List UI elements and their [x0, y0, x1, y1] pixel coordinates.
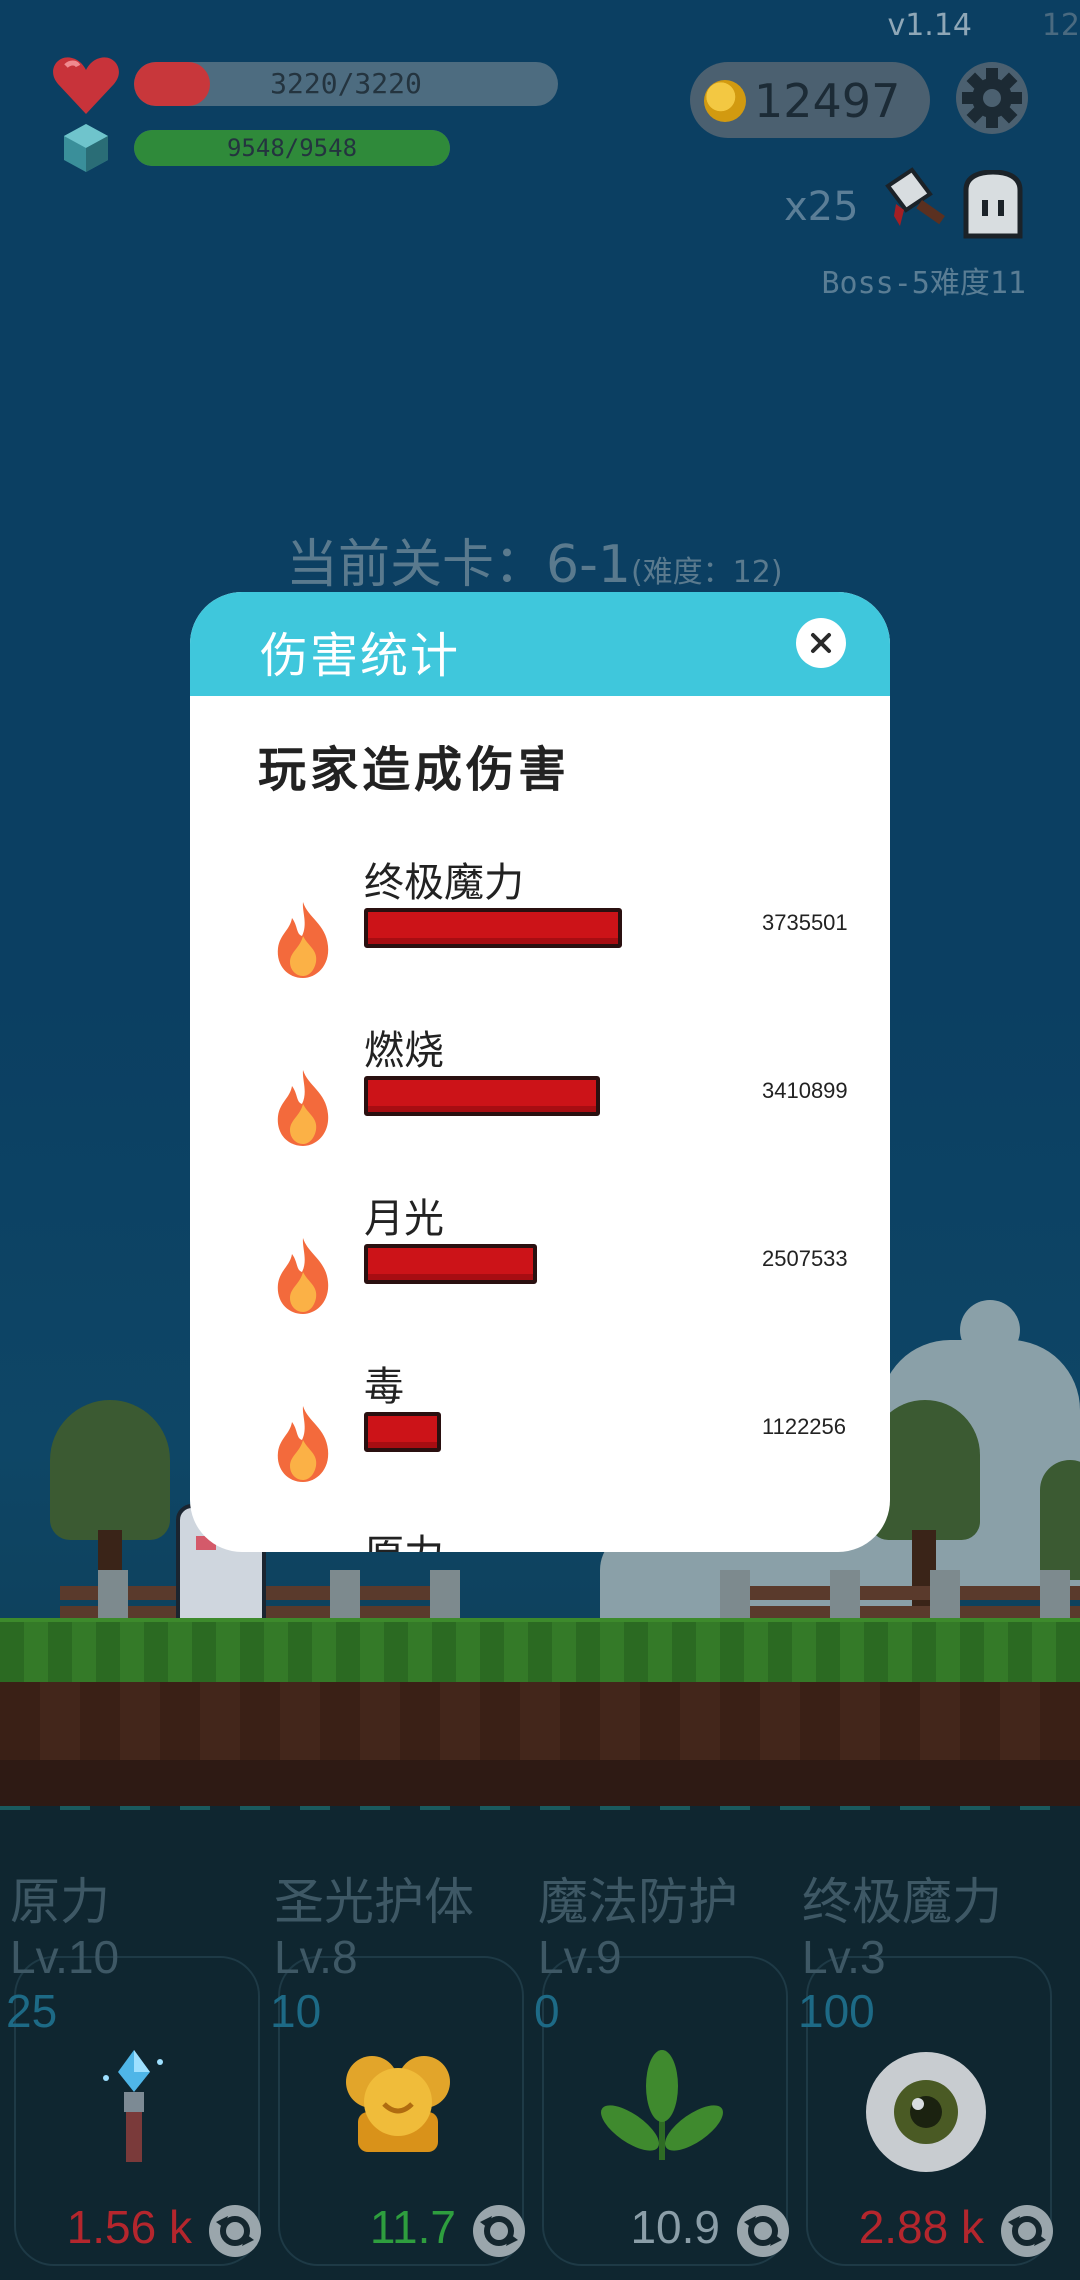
damage-bar: [364, 1412, 441, 1452]
settings-button[interactable]: [956, 62, 1028, 134]
skill-cost: 0: [534, 1985, 560, 2037]
damage-bar: [364, 1244, 537, 1284]
skill-name: 终极魔力: [802, 1873, 1002, 1931]
skill-slot[interactable]: 圣光护体 Lv.8 10 11.7: [266, 1810, 530, 2280]
section-title: 玩家造成伤害: [258, 742, 571, 798]
flame-icon: [268, 1068, 338, 1148]
dialog-title: 伤害统计: [260, 628, 461, 684]
skill-name: 原力: [10, 1873, 110, 1931]
skill-cost: 10: [270, 1985, 322, 2037]
damage-source-name: 燃烧: [364, 1028, 444, 1074]
refresh-icon[interactable]: [206, 2202, 264, 2260]
damage-source-name: 月光: [364, 1196, 444, 1242]
skill-level: Lv.10: [10, 1931, 120, 1983]
damage-bar: [364, 908, 622, 948]
skill-name: 圣光护体: [274, 1873, 474, 1931]
skill-value: 10.9: [630, 2201, 720, 2253]
flame-icon: [268, 1404, 338, 1484]
coin-counter: 12497: [690, 62, 930, 138]
close-button[interactable]: [796, 618, 846, 668]
damage-row: 原力: [190, 1522, 890, 1552]
coin-value: 12497: [754, 74, 901, 128]
hp-bar: 3220/3220: [134, 62, 558, 106]
crystal-torch-icon: [64, 2042, 204, 2182]
damage-row: 燃烧 3410899: [190, 1018, 890, 1168]
damage-value: 1122256: [762, 1414, 847, 1439]
flame-icon: [268, 900, 338, 980]
crystal-icon: [62, 122, 110, 174]
skill-slot[interactable]: 原力 Lv.10 25 1.56 k: [2, 1810, 266, 2280]
mp-text: 9548/9548: [226, 134, 358, 162]
refresh-icon[interactable]: [470, 2202, 528, 2260]
eye-orb-icon: [856, 2042, 996, 2182]
damage-value: 2507533: [762, 1246, 848, 1271]
damage-row: 毒 1122256: [190, 1354, 890, 1504]
skill-slot[interactable]: 终极魔力 Lv.3 100 2.88 k: [794, 1810, 1058, 2280]
damage-source-name: 原力: [364, 1522, 444, 1552]
holy-shield-icon: [328, 2042, 468, 2182]
heart-icon: [52, 54, 120, 116]
ghost-icon[interactable]: [960, 169, 1026, 240]
damage-source-name: 毒: [364, 1364, 404, 1410]
coin-icon: [704, 80, 746, 122]
close-icon: [811, 633, 831, 653]
refresh-icon[interactable]: [734, 2202, 792, 2260]
skill-level: Lv.3: [802, 1931, 886, 1983]
skill-cost: 100: [798, 1985, 875, 2037]
damage-value: 3735501: [762, 910, 848, 935]
damage-bar: [364, 1076, 600, 1116]
skill-level: Lv.8: [274, 1931, 358, 1983]
damage-source-name: 终极魔力: [364, 860, 524, 906]
skill-slot[interactable]: 魔法防护 Lv.9 0 10.9: [530, 1810, 794, 2280]
stage-text: 当前关卡：6-1: [286, 535, 631, 595]
damage-row: 月光 2507533: [190, 1186, 890, 1336]
skill-value: 11.7: [369, 2201, 456, 2253]
skill-value: 2.88 k: [858, 2201, 984, 2253]
leaf-icon: [592, 2042, 732, 2182]
stage-label: 当前关卡：6-1(难度：12): [286, 522, 783, 597]
cleaver-icon[interactable]: [878, 166, 954, 242]
skill-name: 魔法防护: [538, 1873, 738, 1931]
mp-bar: 9548/9548: [134, 130, 450, 166]
damage-value: 3410899: [762, 1078, 848, 1103]
dialog-header: 伤害统计: [190, 592, 890, 696]
hp-text: 3220/3220: [270, 67, 422, 100]
stage-difficulty: (难度：12): [630, 555, 783, 590]
skill-cost: 25: [6, 1985, 58, 2037]
damage-stats-dialog: 伤害统计 玩家造成伤害 终极魔力 3735501 燃烧 3410899 月光 250753…: [190, 592, 890, 1552]
version-label: v1.14: [887, 8, 972, 43]
version-extra: 12: [1041, 8, 1080, 43]
speed-multiplier: x25: [784, 184, 859, 230]
damage-row: 终极魔力 3735501: [190, 850, 890, 1000]
flame-icon: [268, 1236, 338, 1316]
skill-value: 1.56 k: [66, 2201, 192, 2253]
refresh-icon[interactable]: [998, 2202, 1056, 2260]
boss-label: Boss-5难度11: [821, 266, 1027, 301]
skill-level: Lv.9: [538, 1931, 622, 1983]
gear-icon: [962, 68, 1022, 128]
